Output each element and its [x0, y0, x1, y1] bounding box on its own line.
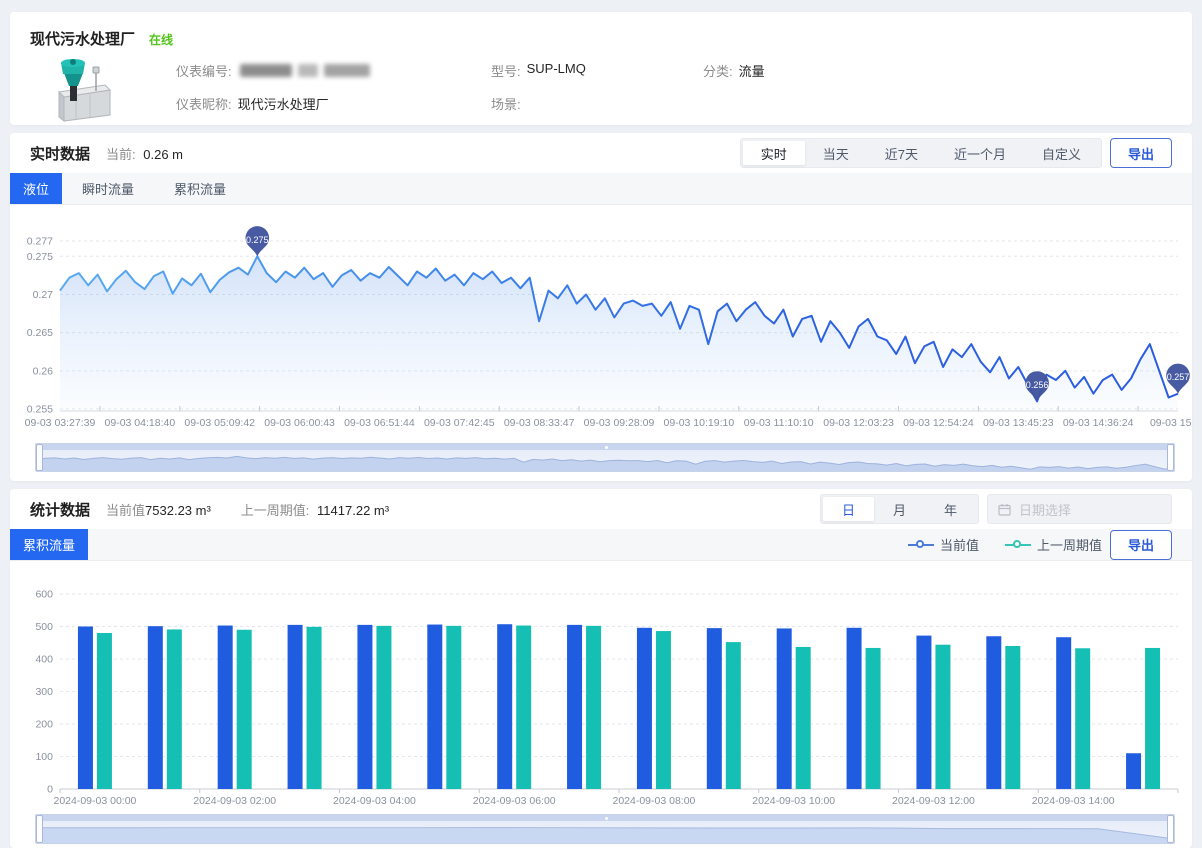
range-tab-month[interactable]: 近一个月 [936, 141, 1024, 165]
metric-tab-instant-flow[interactable]: 瞬时流量 [62, 173, 154, 204]
svg-text:2024-09-03 06:00: 2024-09-03 06:00 [473, 795, 556, 807]
legend-previous[interactable]: 上一周期值 [1005, 535, 1102, 554]
stats-title: 统计数据 [30, 499, 90, 520]
svg-text:2024-09-03 04:00: 2024-09-03 04:00 [333, 795, 416, 807]
legend-current-icon [908, 540, 934, 550]
range-tab-custom[interactable]: 自定义 [1024, 141, 1099, 165]
device-name: 现代污水处理厂 [30, 28, 135, 49]
legend-previous-icon [1005, 540, 1031, 550]
svg-text:09-03 03:27:39: 09-03 03:27:39 [25, 417, 96, 429]
svg-text:0.255: 0.255 [27, 404, 53, 416]
svg-text:100: 100 [35, 751, 53, 763]
svg-text:09-03 10:19:10: 09-03 10:19:10 [664, 417, 735, 429]
stats-prev-label: 上一周期值: [241, 503, 310, 518]
range-tab-7days[interactable]: 近7天 [867, 141, 936, 165]
svg-text:09-03 08:33:47: 09-03 08:33:47 [504, 417, 575, 429]
realtime-data-panel: 实时数据 当前: 0.26 m 实时 当天 近7天 近一个月 自定义 导出 液位… [10, 133, 1192, 481]
nickname-value: 现代污水处理厂 [238, 94, 329, 113]
svg-text:09-03 05:09:42: 09-03 05:09:42 [184, 417, 255, 429]
svg-text:2024-09-03 10:00: 2024-09-03 10:00 [752, 795, 835, 807]
svg-text:0.257: 0.257 [1167, 372, 1190, 382]
svg-text:09-03 13:45:23: 09-03 13:45:23 [983, 417, 1054, 429]
metric-tab-cumulative-flow[interactable]: 累积流量 [154, 173, 246, 204]
legend-current[interactable]: 当前值 [908, 535, 979, 554]
datazoom-left-handle[interactable] [36, 444, 43, 471]
svg-text:2024-09-03 02:00: 2024-09-03 02:00 [193, 795, 276, 807]
datazoom-left-handle[interactable] [36, 815, 43, 843]
period-segmented: 日 月 年 [820, 494, 979, 524]
device-info-card: 现代污水处理厂 在线 仪表编号: [10, 12, 1192, 125]
bar-chart-datazoom-slider[interactable] [35, 814, 1175, 844]
cumulative-flow-bar-chart: 0 100 200 300 400 500 600 2024-09-03 00:00 2024-… [10, 561, 1192, 813]
device-photo [34, 55, 116, 123]
svg-text:09-03 14:36:24: 09-03 14:36:24 [1063, 417, 1134, 429]
model-label: 型号: [491, 61, 521, 80]
date-picker-input[interactable]: 日期选择 [987, 494, 1172, 524]
meter-no-redacted [240, 64, 370, 77]
level-line-chart: 0.255 0.26 0.265 0.27 0.275 0.277 09-03 03:27:… [10, 205, 1192, 441]
svg-text:0.277: 0.277 [27, 236, 53, 248]
svg-text:09-03 04:18:40: 09-03 04:18:40 [105, 417, 176, 429]
svg-text:600: 600 [35, 589, 53, 601]
metric-tab-level[interactable]: 液位 [10, 173, 62, 204]
scene-label: 场景: [491, 94, 521, 113]
svg-text:09-03 11:10:10: 09-03 11:10:10 [744, 417, 814, 429]
svg-text:2024-09-03 00:00: 2024-09-03 00:00 [53, 795, 136, 807]
datazoom-right-handle[interactable] [1167, 444, 1174, 471]
svg-text:09-03 12:54:24: 09-03 12:54:24 [903, 417, 974, 429]
period-tab-day[interactable]: 日 [823, 497, 874, 521]
category-value: 流量 [739, 61, 765, 80]
svg-text:09-03 06:51:44: 09-03 06:51:44 [344, 417, 415, 429]
svg-text:0.26: 0.26 [33, 365, 54, 377]
time-range-segmented: 实时 当天 近7天 近一个月 自定义 [740, 138, 1102, 168]
svg-text:2024-09-03 14:00: 2024-09-03 14:00 [1032, 795, 1115, 807]
device-status-badge: 在线 [149, 31, 173, 48]
svg-text:500: 500 [35, 621, 53, 633]
current-value: 0.26 m [143, 147, 183, 162]
realtime-title: 实时数据 [30, 143, 90, 164]
svg-text:2024-09-03 12:00: 2024-09-03 12:00 [892, 795, 975, 807]
legend-current-label: 当前值 [940, 535, 979, 554]
model-value: SUP-LMQ [527, 61, 586, 80]
date-picker-placeholder: 日期选择 [1019, 500, 1071, 519]
datazoom-right-handle[interactable] [1167, 815, 1174, 843]
svg-text:09-03 06:00:43: 09-03 06:00:43 [264, 417, 335, 429]
statistics-panel: 统计数据 当前值7532.23 m³ 上一周期值: 11417.22 m³ 日 … [10, 489, 1192, 848]
meter-no-label: 仪表编号: [176, 61, 232, 80]
legend-previous-label: 上一周期值 [1037, 535, 1102, 554]
svg-text:0.256: 0.256 [1026, 380, 1049, 390]
current-label: 当前: [106, 147, 136, 162]
period-tab-month[interactable]: 月 [874, 497, 925, 521]
stats-prev-value: 11417.22 m³ [317, 503, 389, 518]
svg-text:0.275: 0.275 [27, 251, 53, 263]
stats-tab-cumulative-flow[interactable]: 累积流量 [10, 529, 88, 560]
svg-text:0.275: 0.275 [246, 235, 269, 245]
line-chart-datazoom-slider[interactable] [35, 443, 1175, 472]
stats-current-value: 7532.23 m³ [145, 503, 211, 518]
svg-text:09-03 07:42:45: 09-03 07:42:45 [424, 417, 495, 429]
category-label: 分类: [703, 61, 733, 80]
svg-text:0: 0 [47, 784, 53, 796]
period-tab-year[interactable]: 年 [925, 497, 976, 521]
svg-text:0.265: 0.265 [27, 327, 53, 339]
svg-text:09-03 09:28:09: 09-03 09:28:09 [584, 417, 655, 429]
svg-text:300: 300 [35, 686, 53, 698]
export-realtime-button[interactable]: 导出 [1110, 138, 1172, 168]
range-tab-today[interactable]: 当天 [805, 141, 867, 165]
export-stats-button[interactable]: 导出 [1110, 530, 1172, 560]
svg-text:200: 200 [35, 719, 53, 731]
svg-text:2024-09-03 08:00: 2024-09-03 08:00 [612, 795, 695, 807]
stats-current-label: 当前值 [106, 503, 145, 518]
svg-text:09-03 12:03:23: 09-03 12:03:23 [823, 417, 894, 429]
svg-text:09-03 15:27: 09-03 15:27 [1150, 417, 1192, 429]
calendar-icon [998, 503, 1011, 516]
svg-text:0.27: 0.27 [33, 289, 54, 301]
range-tab-realtime[interactable]: 实时 [743, 141, 805, 165]
nickname-label: 仪表昵称: [176, 94, 232, 113]
svg-text:400: 400 [35, 654, 53, 666]
